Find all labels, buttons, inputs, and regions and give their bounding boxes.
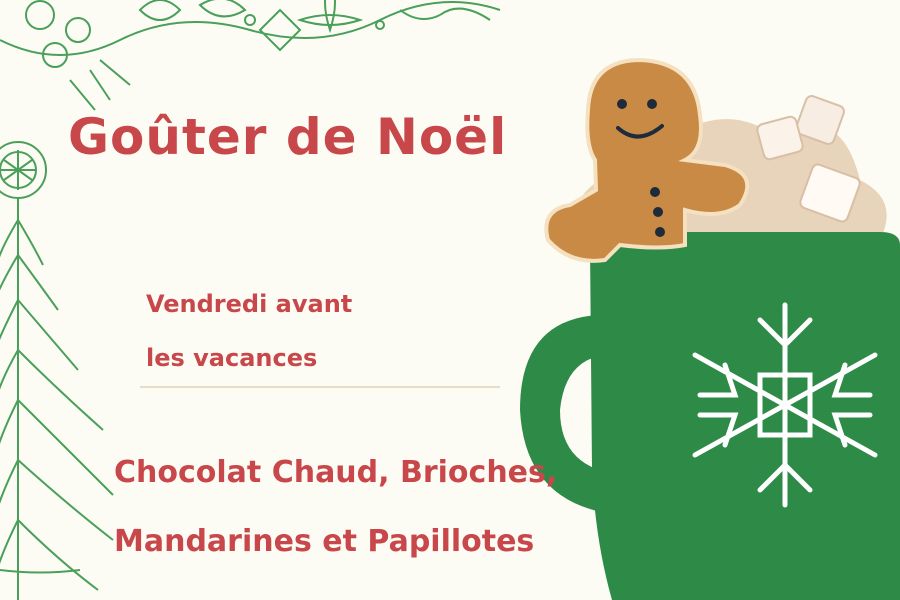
event-date-line-1: Vendredi avant	[146, 290, 353, 318]
holly-garland-icon	[0, 0, 501, 111]
decoration-layer	[0, 0, 900, 600]
event-title: Goûter de Noël	[68, 108, 508, 166]
menu-line-2: Mandarines et Papillotes	[114, 524, 535, 559]
divider	[140, 386, 500, 388]
christmas-tree-icon	[0, 141, 114, 600]
menu-line-1: Chocolat Chaud, Brioches,	[114, 455, 558, 490]
event-date-line-2: les vacances	[146, 344, 318, 372]
